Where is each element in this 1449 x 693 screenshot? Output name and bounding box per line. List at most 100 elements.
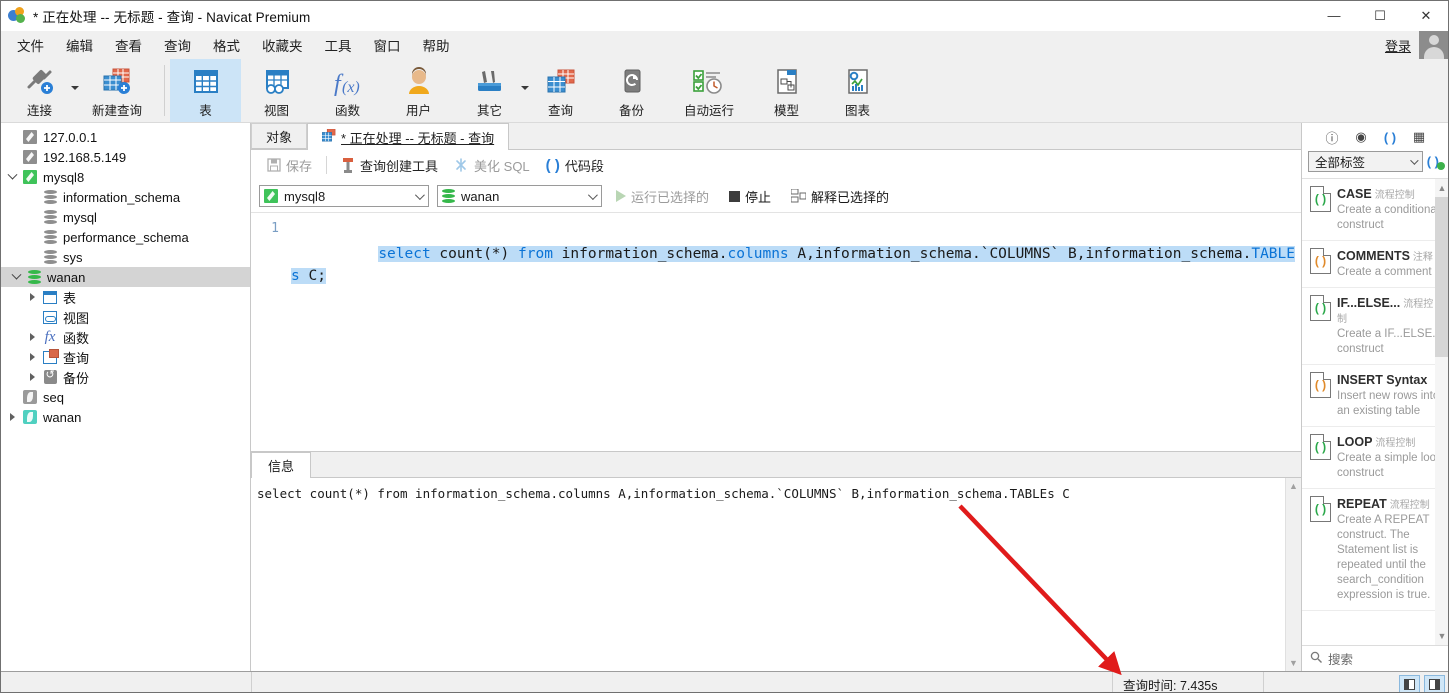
stop-button[interactable]: 停止: [723, 185, 777, 208]
sql-editor[interactable]: 1 select count(*) from information_schem…: [251, 212, 1301, 451]
snippet-search[interactable]: 搜索: [1302, 645, 1449, 671]
menu-format[interactable]: 格式: [202, 31, 251, 59]
expand-chevron-icon[interactable]: [4, 169, 20, 181]
search-icon: [1310, 651, 1322, 666]
ribbon-other-label: 其它: [476, 104, 502, 118]
ribbon-connection[interactable]: 连接: [4, 59, 79, 122]
tree-item-wanan-conn[interactable]: wanan: [0, 407, 250, 427]
scroll-down-icon[interactable]: ▼: [1286, 655, 1301, 671]
table-icon: [40, 290, 60, 304]
explain-selected-button[interactable]: 解释已选择的: [785, 185, 895, 208]
menu-view[interactable]: 查看: [104, 31, 153, 59]
query-builder-button[interactable]: 查询创建工具: [333, 153, 446, 178]
tree-item-label: wanan: [47, 269, 86, 285]
list-item[interactable]: ( ) COMMENTS 注释 Create a comment: [1302, 241, 1449, 288]
login-link[interactable]: 登录: [1385, 36, 1413, 55]
toggle-right-panel-button[interactable]: [1424, 674, 1445, 693]
eye-icon[interactable]: ◉: [1353, 129, 1369, 145]
tree-item-label: information_schema: [63, 189, 181, 205]
tree-item-backups[interactable]: 备份: [0, 367, 250, 387]
ribbon-other[interactable]: 其它: [454, 59, 529, 122]
ribbon-chart[interactable]: 图表: [822, 59, 893, 122]
list-item[interactable]: ( ) IF...ELSE... 流程控制 Create a IF...ELSE.…: [1302, 288, 1449, 365]
list-item[interactable]: ( ) INSERT Syntax Insert new rows into a…: [1302, 365, 1449, 427]
ribbon-function[interactable]: f (x) 函数: [312, 59, 383, 122]
list-item[interactable]: ( ) CASE 流程控制 Create a conditional constr…: [1302, 179, 1449, 241]
avatar[interactable]: [1419, 31, 1449, 59]
collapse-chevron-icon[interactable]: [24, 293, 40, 301]
search-input[interactable]: 搜索: [1328, 649, 1353, 668]
tree-item-wanan-db[interactable]: wanan: [0, 267, 250, 287]
ribbon-view-label: 视图: [263, 104, 289, 118]
grid-icon[interactable]: ▦: [1411, 129, 1427, 145]
ribbon-model[interactable]: 模型: [751, 59, 822, 122]
tree-item-19216851 49[interactable]: 192.168.5.149: [0, 147, 250, 167]
sql-code[interactable]: select count(*) from information_schema.…: [291, 213, 1297, 309]
menu-file[interactable]: 文件: [6, 31, 55, 59]
menu-tools[interactable]: 工具: [314, 31, 363, 59]
ribbon-backup[interactable]: 备份: [596, 59, 667, 122]
menu-edit[interactable]: 编辑: [55, 31, 104, 59]
menu-help[interactable]: 帮助: [412, 31, 461, 59]
info-icon[interactable]: ⓘ: [1324, 128, 1340, 147]
snippet-doc-icon: ( ): [1310, 434, 1331, 460]
tree-item-functions[interactable]: fx 函数: [0, 327, 250, 347]
tab-query[interactable]: * 正在处理 -- 无标题 - 查询: [307, 123, 510, 150]
tree-item-seq[interactable]: seq: [0, 387, 250, 407]
chevron-down-icon: [1409, 155, 1419, 165]
beautify-sql-button[interactable]: 美化 SQL: [446, 153, 538, 178]
minimize-icon[interactable]: —: [1311, 0, 1357, 31]
tree-item-performance-schema[interactable]: performance_schema: [0, 227, 250, 247]
tab-objects[interactable]: 对象: [251, 123, 308, 149]
ribbon-view[interactable]: 视图: [241, 59, 312, 122]
scrollbar-thumb[interactable]: [1435, 197, 1449, 357]
ribbon-query[interactable]: 查询: [525, 59, 596, 122]
chart-icon: [843, 65, 873, 99]
ribbon-automation[interactable]: 自动运行: [667, 59, 751, 122]
list-item[interactable]: ( ) REPEAT 流程控制 Create A REPEAT construct…: [1302, 489, 1449, 611]
collapse-chevron-icon[interactable]: [24, 333, 40, 341]
scroll-up-icon[interactable]: ▲: [1286, 478, 1301, 494]
collapse-chevron-icon[interactable]: [4, 413, 20, 421]
add-snippet-button[interactable]: ( ): [1427, 154, 1446, 170]
menu-window[interactable]: 窗口: [363, 31, 412, 59]
expand-chevron-icon[interactable]: [8, 269, 24, 281]
connection-tree[interactable]: 127.0.0.1 192.168.5.149 mysql8 informati…: [0, 123, 251, 671]
ribbon-table[interactable]: 表: [170, 59, 241, 122]
tree-item-sys[interactable]: sys: [0, 247, 250, 267]
snippet-meta: IF...ELSE... 流程控制 Create a IF...ELSE... c…: [1337, 295, 1443, 357]
tree-item-queries[interactable]: 查询: [0, 347, 250, 367]
snippet-list[interactable]: ( ) CASE 流程控制 Create a conditional constr…: [1302, 178, 1449, 645]
result-vertical-scrollbar[interactable]: ▲ ▼: [1285, 478, 1301, 671]
tree-item-127001[interactable]: 127.0.0.1: [0, 127, 250, 147]
ribbon-new-query[interactable]: 新建查询: [75, 59, 159, 122]
close-icon[interactable]: ✕: [1403, 0, 1449, 31]
database-select[interactable]: wanan: [437, 185, 602, 207]
menu-favorites[interactable]: 收藏夹: [251, 31, 314, 59]
tree-item-tables[interactable]: 表: [0, 287, 250, 307]
tab-info[interactable]: 信息: [251, 452, 312, 478]
tree-item-information-schema[interactable]: information_schema: [0, 187, 250, 207]
other-tools-icon: [473, 65, 507, 99]
collapse-chevron-icon[interactable]: [24, 373, 40, 381]
code-paren-icon[interactable]: ( ): [1382, 130, 1398, 145]
tree-item-mysql[interactable]: mysql: [0, 207, 250, 227]
menu-query[interactable]: 查询: [153, 31, 202, 59]
run-selected-button[interactable]: 运行已选择的: [610, 185, 715, 208]
ribbon-user[interactable]: 用户: [383, 59, 454, 122]
code-snippet-button[interactable]: ( ) 代码段: [538, 153, 612, 178]
list-item[interactable]: ( ) LOOP 流程控制 Create a simple loop constr…: [1302, 427, 1449, 489]
scroll-down-icon[interactable]: ▼: [1435, 627, 1449, 645]
ribbon-toolbar: 连接 新建查询 表 视图 f (x) 函数 用户 其它 查询 备份 自动运行 模…: [0, 59, 1449, 123]
connection-select[interactable]: mysql8: [259, 185, 429, 207]
snippet-scrollbar[interactable]: ▲ ▼: [1435, 179, 1449, 645]
snippet-tag-select[interactable]: 全部标签: [1308, 151, 1423, 172]
sql-kw-columns: columns: [727, 246, 789, 262]
toggle-left-panel-button[interactable]: [1399, 674, 1420, 693]
scroll-up-icon[interactable]: ▲: [1435, 179, 1449, 197]
tree-item-mysql8[interactable]: mysql8: [0, 167, 250, 187]
maximize-icon[interactable]: ☐: [1357, 0, 1403, 31]
collapse-chevron-icon[interactable]: [24, 353, 40, 361]
tree-item-views[interactable]: 视图: [0, 307, 250, 327]
save-button[interactable]: 保存: [259, 153, 320, 178]
